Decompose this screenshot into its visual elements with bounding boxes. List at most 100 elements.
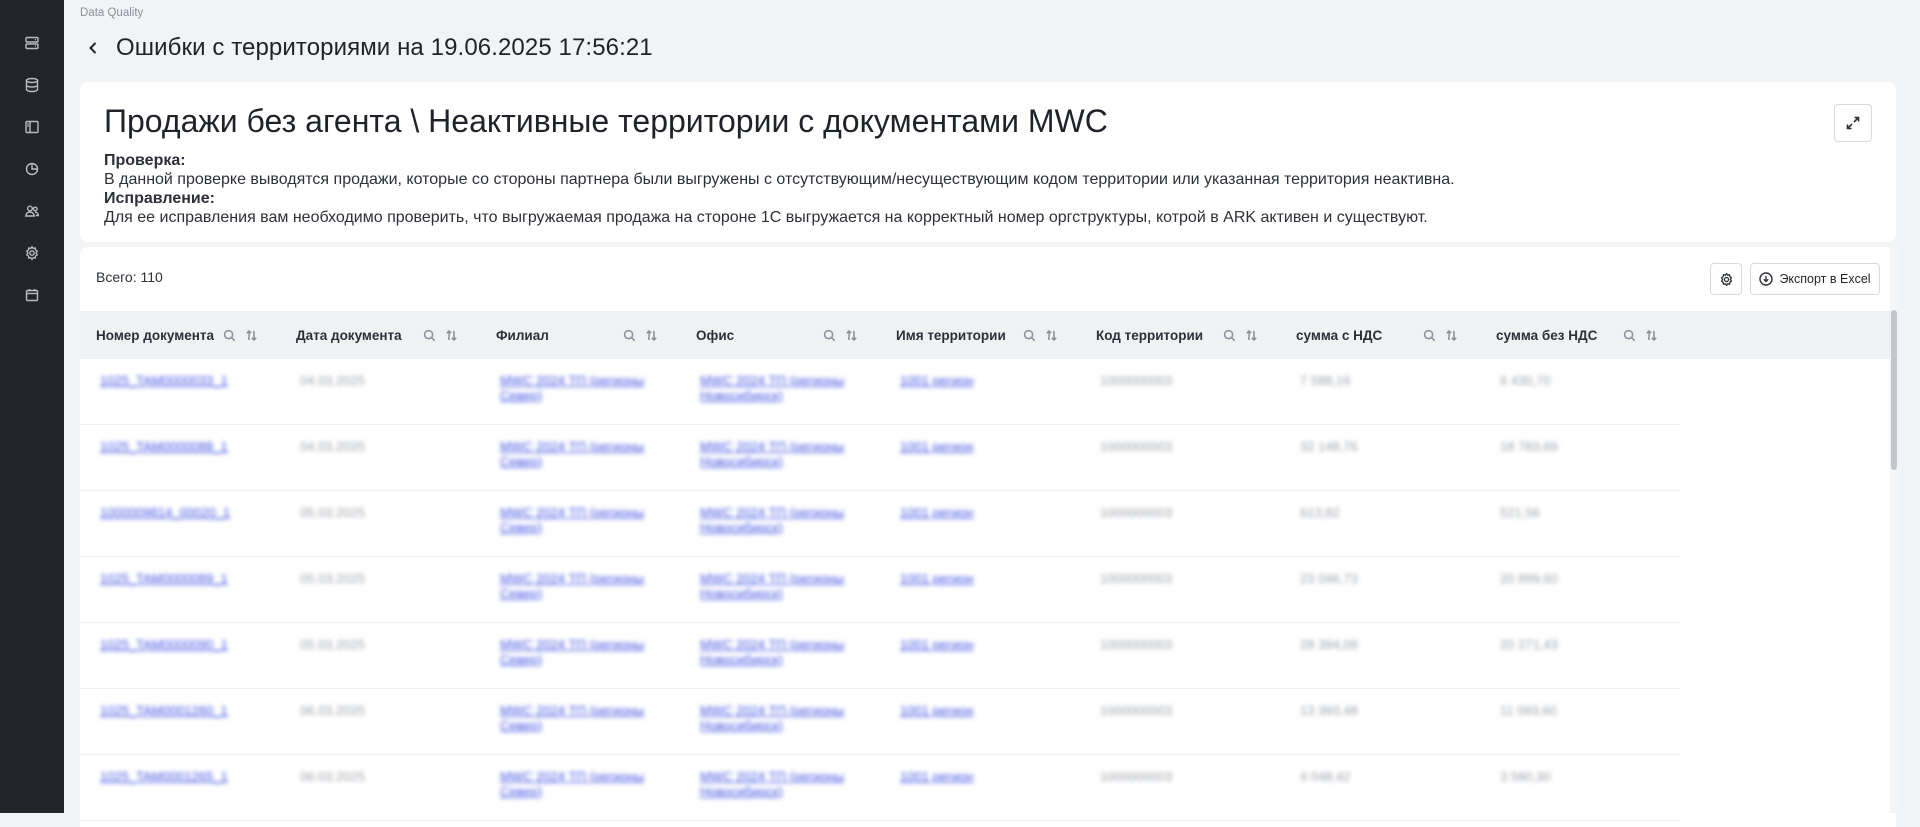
column-header[interactable]: Офис — [680, 311, 880, 359]
sort-icon[interactable] — [240, 324, 262, 346]
table-cell-link[interactable]: MWC 2024 ТП (регионы Новосибирск) — [680, 755, 880, 820]
table-cell-link[interactable]: 1025_TAM0000090_1 — [80, 623, 280, 688]
table-cell-link[interactable]: 1025_TAM0000088_1 — [80, 425, 280, 490]
search-icon[interactable] — [418, 324, 440, 346]
page-title: Ошибки с территориями на 19.06.2025 17:5… — [116, 34, 653, 61]
total-count: Всего: 110 — [96, 269, 163, 285]
expand-button[interactable] — [1834, 104, 1872, 142]
table-cell: 3 580,30 — [1500, 769, 1551, 784]
layout-icon[interactable] — [12, 110, 52, 144]
table-cell-link[interactable]: MWC 2024 ТП (регионы Север) — [480, 755, 680, 820]
column-header-label: Офис — [696, 327, 735, 343]
table-cell: 04.03.2025 — [300, 439, 366, 454]
column-header-label: Код территории — [1096, 327, 1204, 343]
column-header[interactable]: Имя территории — [880, 311, 1080, 359]
settings-icon[interactable] — [12, 236, 52, 270]
sort-icon[interactable] — [1240, 324, 1262, 346]
table-cell: 23 046,73 — [1300, 571, 1358, 586]
table-body: 1025_TAM0000033_1 04.03.2025 MWC 2024 ТП (… — [80, 359, 1680, 821]
column-header[interactable]: сумма без НДС — [1480, 311, 1680, 359]
column-header-label: Имя территории — [896, 327, 1006, 343]
server-icon[interactable] — [12, 26, 52, 60]
column-header-label: сумма с НДС — [1296, 327, 1383, 343]
calendar-icon[interactable] — [12, 278, 52, 312]
search-icon[interactable] — [218, 324, 240, 346]
table-cell: 05.03.2025 — [300, 505, 366, 520]
table-cell-link[interactable]: MWC 2024 ТП (регионы Север) — [480, 557, 680, 622]
table-cell-link[interactable]: MWC 2024 ТП (регионы Север) — [480, 359, 680, 424]
table-cell-link[interactable]: 1001 регион — [880, 623, 1080, 688]
sort-icon[interactable] — [440, 324, 462, 346]
pie-chart-icon[interactable] — [12, 152, 52, 186]
table-cell-link[interactable]: MWC 2024 ТП (регионы Новосибирск) — [680, 689, 880, 754]
table-cell-link[interactable]: 1001 регион — [880, 755, 1080, 820]
sidebar — [0, 0, 64, 813]
table-cell: 1000000003 — [1100, 703, 1173, 718]
database-icon[interactable] — [12, 68, 52, 102]
check-label: Проверка: — [104, 152, 186, 170]
table-cell: 1000000003 — [1100, 439, 1173, 454]
table-cell-link[interactable]: MWC 2024 ТП (регионы Новосибирск) — [680, 359, 880, 424]
table-settings-button[interactable] — [1710, 263, 1742, 295]
download-icon — [1759, 272, 1774, 286]
table-cell-link[interactable]: 1001 регион — [880, 689, 1080, 754]
table-cell-link[interactable]: MWC 2024 ТП (регионы Новосибирск) — [680, 425, 880, 490]
table-cell-link[interactable]: 1001 регион — [880, 359, 1080, 424]
table-cell: 04.03.2025 — [300, 373, 366, 388]
table-cell-link[interactable]: MWC 2024 ТП (регионы Север) — [480, 425, 680, 490]
table-row: 1000009814_00020_1 05.03.2025 MWC 2024 ТП … — [80, 491, 1680, 557]
table-cell: 1000000003 — [1100, 505, 1173, 520]
table-row: 1025_TAM0000089_1 05.03.2025 MWC 2024 ТП (… — [80, 557, 1680, 623]
table-cell: 32 148,76 — [1300, 439, 1358, 454]
table-cell-link[interactable]: 1025_TAM0001260_1 — [80, 689, 280, 754]
results-table-card: Всего: 110 Экспорт в Excel Номер докумен… — [80, 247, 1896, 827]
table-cell: 7 588,16 — [1300, 373, 1351, 388]
users-icon[interactable] — [12, 194, 52, 228]
table-cell-link[interactable]: 1001 регион — [880, 425, 1080, 490]
sort-icon[interactable] — [1440, 324, 1462, 346]
column-header-label: Филиал — [496, 327, 549, 343]
sort-icon[interactable] — [1040, 324, 1062, 346]
search-icon[interactable] — [1418, 324, 1440, 346]
check-description-card: Продажи без агента \ Неактивные территор… — [80, 82, 1896, 242]
page-header: Ошибки с территориями на 19.06.2025 17:5… — [82, 34, 653, 62]
table-row: 1025_TAM0001265_1 06.03.2025 MWC 2024 ТП (… — [80, 755, 1680, 821]
column-header[interactable]: Филиал — [480, 311, 680, 359]
column-header[interactable]: сумма с НДС — [1280, 311, 1480, 359]
table-cell: 11 093,60 — [1500, 703, 1557, 718]
column-header[interactable]: Дата документа — [280, 311, 480, 359]
table-cell-link[interactable]: 1025_TAM0001265_1 — [80, 755, 280, 820]
table-cell: 1000000003 — [1100, 373, 1173, 388]
export-excel-button[interactable]: Экспорт в Excel — [1750, 263, 1880, 295]
table-cell-link[interactable]: 1025_TAM0000089_1 — [80, 557, 280, 622]
table-cell-link[interactable]: 1001 регион — [880, 557, 1080, 622]
table-cell-link[interactable]: 1001 регион — [880, 491, 1080, 556]
sort-icon[interactable] — [640, 324, 662, 346]
column-header[interactable]: Номер документа — [80, 311, 280, 359]
search-icon[interactable] — [818, 324, 840, 346]
sort-icon[interactable] — [840, 324, 862, 346]
sort-icon[interactable] — [1640, 324, 1662, 346]
table-cell-link[interactable]: 1025_TAM0000033_1 — [80, 359, 280, 424]
scrollbar-thumb[interactable] — [1891, 310, 1897, 470]
column-header-label: сумма без НДС — [1496, 327, 1598, 343]
table-cell: 1000000003 — [1100, 637, 1173, 652]
search-icon[interactable] — [1018, 324, 1040, 346]
table-cell-link[interactable]: 1000009814_00020_1 — [80, 491, 280, 556]
table-cell-link[interactable]: MWC 2024 ТП (регионы Новосибирск) — [680, 491, 880, 556]
table-cell-link[interactable]: MWC 2024 ТП (регионы Новосибирск) — [680, 623, 880, 688]
table-cell-link[interactable]: MWC 2024 ТП (регионы Север) — [480, 623, 680, 688]
back-arrow-icon[interactable] — [82, 37, 104, 59]
column-header[interactable]: Код территории — [1080, 311, 1280, 359]
search-icon[interactable] — [1218, 324, 1240, 346]
search-icon[interactable] — [1618, 324, 1640, 346]
table-cell: 05.03.2025 — [300, 571, 366, 586]
table-cell-link[interactable]: MWC 2024 ТП (регионы Север) — [480, 491, 680, 556]
breadcrumb[interactable]: Data Quality — [80, 7, 143, 19]
table-cell-link[interactable]: MWC 2024 ТП (регионы Север) — [480, 689, 680, 754]
table-cell: 1000000003 — [1100, 571, 1173, 586]
table-cell: 20 271,43 — [1500, 637, 1558, 652]
table-cell-link[interactable]: MWC 2024 ТП (регионы Новосибирск) — [680, 557, 880, 622]
table-cell: 28 394,09 — [1300, 637, 1358, 652]
search-icon[interactable] — [618, 324, 640, 346]
